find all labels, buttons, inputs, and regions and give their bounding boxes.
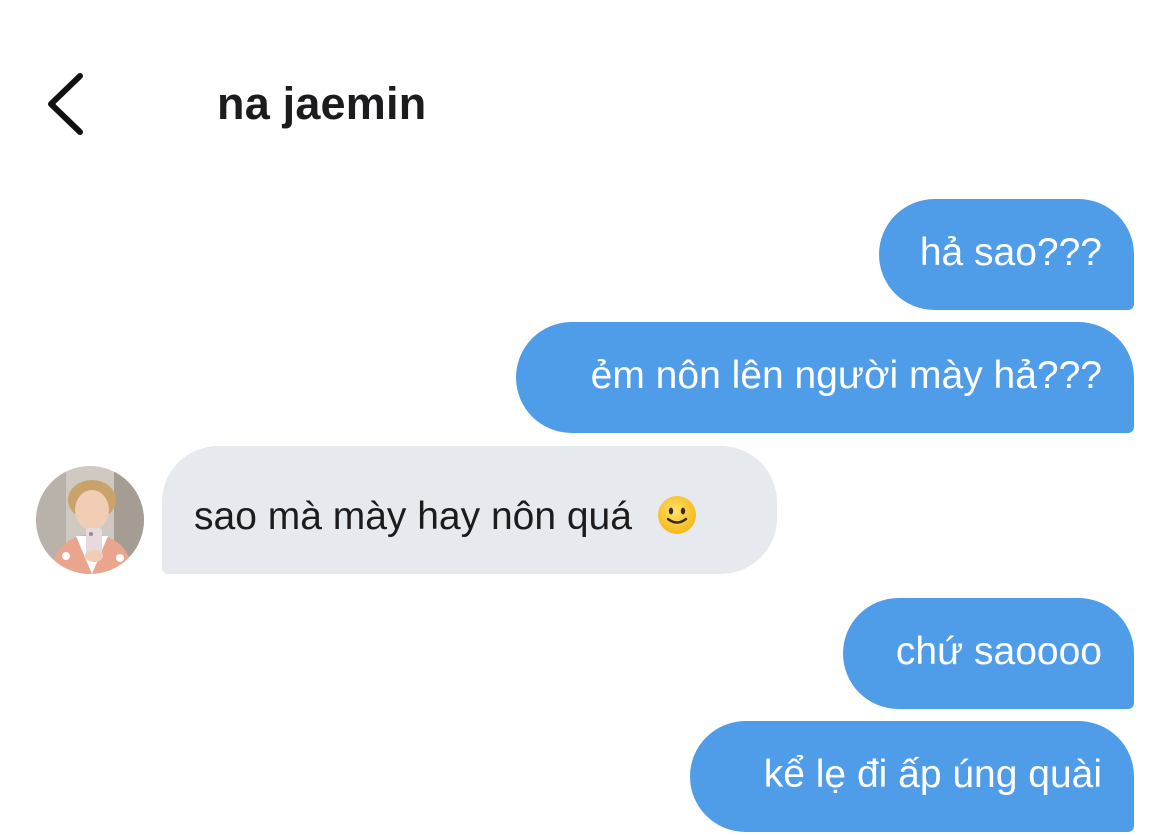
message-text: hả sao???	[919, 231, 1102, 274]
avatar-image	[36, 466, 144, 574]
message-text: ẻm nôn lên người mày hả???	[590, 354, 1102, 397]
chevron-left-icon	[48, 73, 83, 135]
contact-avatar[interactable]	[36, 466, 144, 574]
message-bubble-outgoing[interactable]: kể lẹ đi ấp úng quài	[690, 721, 1134, 832]
slightly-smiling-face-icon	[657, 496, 696, 534]
chat-header: na jaemin	[0, 0, 1168, 160]
contact-name: na jaemin	[217, 78, 427, 129]
message-bubble-incoming[interactable]: sao mà mày hay nôn quá	[162, 446, 777, 574]
back-button[interactable]	[40, 66, 100, 142]
message-text: kể lẹ đi ấp úng quài	[763, 753, 1102, 796]
message-bubble-outgoing[interactable]: ẻm nôn lên người mày hả???	[516, 322, 1134, 433]
message-text: sao mà mày hay nôn quá	[194, 495, 632, 538]
message-text: chứ saoooo	[895, 630, 1102, 673]
message-bubble-outgoing[interactable]: chứ saoooo	[843, 598, 1134, 709]
message-bubble-outgoing[interactable]: hả sao???	[879, 199, 1134, 310]
